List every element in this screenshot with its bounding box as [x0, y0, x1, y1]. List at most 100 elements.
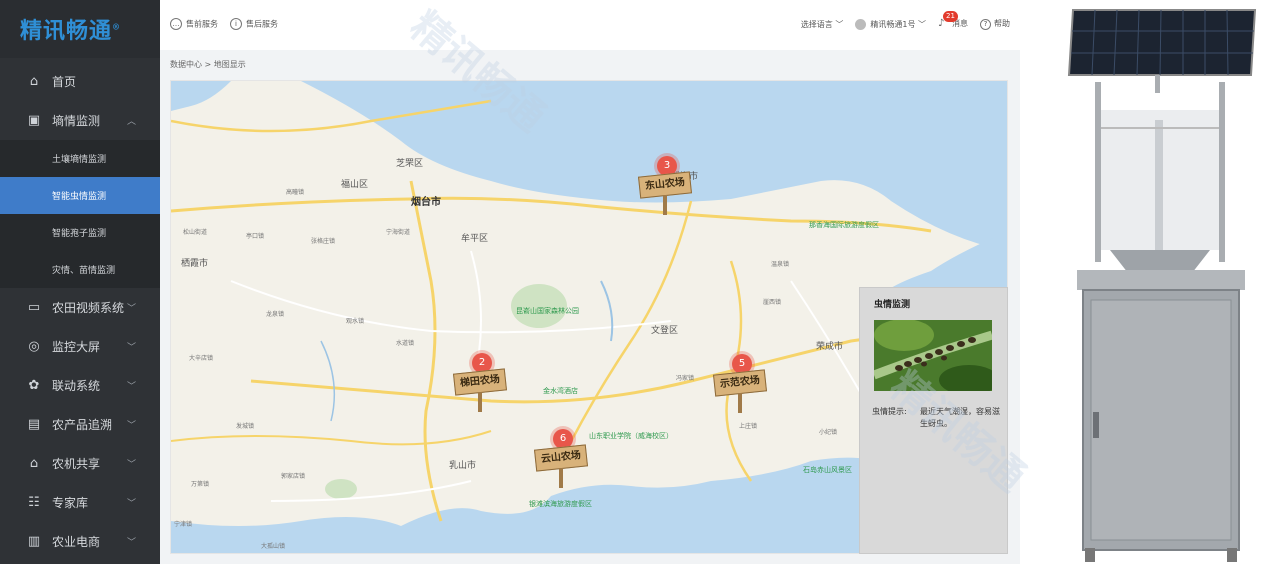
avatar	[855, 18, 867, 30]
map-park-label: 山东职业学院（威海校区）	[589, 432, 673, 440]
presale-link[interactable]: … 售前服务	[170, 18, 218, 30]
map-town-label: 龙泉镇	[266, 311, 285, 318]
map-town-label: 温泉镇	[771, 261, 790, 268]
help-icon: ?	[980, 19, 991, 30]
sidebar-item-trace[interactable]: ▤ 农产品追溯 ﹀	[0, 405, 160, 444]
user-menu[interactable]: 精讯畅通1号 ﹀	[855, 18, 926, 30]
sidebar-subitem-disaster[interactable]: 灾情、苗情监测	[0, 251, 160, 288]
map-town-label: 张格庄镇	[311, 238, 336, 245]
map-town-label: 小纪镇	[819, 429, 838, 436]
trace-icon: ▤	[27, 417, 41, 432]
map-park-label: 石岛赤山风景区	[803, 466, 852, 474]
chevron-down-icon: ﹀	[126, 421, 136, 431]
map-town-label: 上庄镇	[739, 423, 758, 430]
map-town-label: 崖西镇	[763, 299, 782, 306]
sidebar-item-label: 监控大屏	[52, 340, 101, 354]
map-town-label: 高疃镇	[286, 189, 305, 196]
map-town-label: 宁海街道	[386, 229, 411, 236]
map-town-label: 大辛店镇	[189, 355, 214, 362]
farm-marker[interactable]: 5 示范农场	[712, 354, 774, 414]
sidebar-item-experts[interactable]: ☷ 专家库 ﹀	[0, 483, 160, 522]
map-park-label: 那香海国际旅游度假区	[809, 221, 879, 229]
map-park-label: 金水湾酒店	[543, 387, 578, 395]
monitor-icon: ▣	[27, 113, 41, 128]
map-park-label: 银滩滨海旅游度假区	[529, 500, 592, 508]
home-icon: ⌂	[29, 74, 39, 89]
sidebar-item-label: 农产品追溯	[52, 418, 113, 432]
user-tools: 选择语言 ﹀ 精讯畅通1号 ﹀ ♪ 21 消息 ? 帮助	[801, 11, 1010, 30]
help-button[interactable]: ? 帮助	[980, 18, 1010, 30]
sidebar-item-label: 墒情监测	[52, 114, 101, 128]
map-park-label: 昆嵛山国家森林公园	[516, 307, 579, 315]
farm-marker[interactable]: 6 云山农场	[533, 429, 595, 489]
location-icon: ◎	[28, 339, 40, 354]
aftersale-link[interactable]: i 售后服务	[230, 18, 278, 30]
link-icon: ✿	[28, 378, 40, 393]
message-count-badge: 21	[943, 11, 958, 22]
sidebar-subitem-pest[interactable]: 智能虫情监测	[0, 177, 160, 214]
sidebar: 精讯畅通® ⌂ 首页 ▣ 墒情监测 ︿ 土壤墒情监测 智能虫情监测 智能孢子监测…	[0, 0, 160, 564]
sidebar-item-label: 农业电商	[52, 535, 101, 549]
chevron-down-icon: ﹀	[126, 460, 136, 470]
map-city-label: 乳山市	[449, 461, 477, 471]
farm-marker[interactable]: 2 梯田农场	[452, 353, 514, 413]
breadcrumb: 数据中心 > 地图显示	[170, 60, 246, 69]
map-city-label: 福山区	[341, 180, 369, 190]
sidebar-item-bigscreen[interactable]: ◎ 监控大屏 ﹀	[0, 327, 160, 366]
map-town-label: 松山街道	[183, 229, 208, 236]
sidebar-item-label: 首页	[52, 75, 77, 89]
map-city-label: 芝罘区	[396, 159, 424, 169]
logo-text: 精讯畅通®	[20, 18, 122, 44]
breadcrumb-root[interactable]: 数据中心	[170, 60, 202, 69]
chat-icon: …	[170, 18, 182, 30]
farm-post	[738, 393, 742, 413]
sidebar-item-machinery[interactable]: ⌂ 农机共享 ﹀	[0, 444, 160, 483]
map-town-label: 亭口镇	[246, 233, 265, 240]
chevron-down-icon: ﹀	[126, 382, 136, 392]
map-town-label: 冯家镇	[676, 375, 695, 382]
chevron-up-icon: ︿	[126, 117, 136, 127]
map-town-label: 大孤山镇	[261, 543, 286, 550]
pest-trap-device-image	[1055, 0, 1265, 564]
shop-icon: ▥	[27, 534, 41, 549]
messages-button[interactable]: ♪ 21 消息	[938, 11, 968, 30]
map-city-label: 荣成市	[816, 342, 844, 352]
sidebar-item-label: 农田视频系统	[52, 301, 125, 315]
bell-icon: ♪ 21	[938, 11, 958, 30]
map-town-label: 观水镇	[346, 318, 365, 325]
farm-marker[interactable]: 3 东山农场	[637, 156, 699, 216]
chevron-down-icon: ﹀	[126, 499, 136, 509]
expert-icon: ☷	[28, 495, 40, 510]
sidebar-subitem-soil[interactable]: 土壤墒情监测	[0, 140, 160, 177]
service-icon: i	[230, 18, 242, 30]
screen-icon: ▭	[27, 300, 41, 315]
sidebar-subitem-spore[interactable]: 智能孢子监测	[0, 214, 160, 251]
sidebar-nav: ⌂ 首页 ▣ 墒情监测 ︿ 土壤墒情监测 智能虫情监测 智能孢子监测 灾情、苗情…	[0, 62, 160, 561]
sidebar-item-label: 联动系统	[52, 379, 101, 393]
sidebar-item-linkage[interactable]: ✿ 联动系统 ﹀	[0, 366, 160, 405]
map-town-label: 宁津镇	[174, 521, 193, 528]
map-town-label: 郭家店镇	[281, 473, 306, 480]
language-select[interactable]: 选择语言 ﹀	[801, 19, 844, 30]
map-town-label: 万第镇	[191, 481, 210, 488]
logo[interactable]: 精讯畅通®	[0, 0, 160, 58]
sidebar-item-home[interactable]: ⌂ 首页	[0, 62, 160, 101]
chevron-down-icon: ﹀	[126, 538, 136, 548]
chevron-down-icon: ﹀	[126, 304, 136, 314]
app-root: 精讯畅通® ⌂ 首页 ▣ 墒情监测 ︿ 土壤墒情监测 智能虫情监测 智能孢子监测…	[0, 0, 1265, 564]
barn-icon: ⌂	[29, 456, 39, 471]
chevron-down-icon: ﹀	[126, 343, 136, 353]
map-city-label: 栖霞市	[181, 259, 209, 269]
sidebar-item-label: 农机共享	[52, 457, 101, 471]
sidebar-item-label: 专家库	[52, 496, 89, 510]
pest-panel-title: 虫情监测	[874, 300, 911, 310]
sidebar-item-video[interactable]: ▭ 农田视频系统 ﹀	[0, 288, 160, 327]
map-city-label: 牟平区	[461, 234, 489, 244]
farm-post	[559, 468, 563, 488]
sidebar-item-ecommerce[interactable]: ▥ 农业电商 ﹀	[0, 522, 160, 561]
map-city-label: 烟台市	[411, 197, 441, 208]
map-town-label: 发城镇	[236, 423, 255, 430]
sidebar-item-moisture[interactable]: ▣ 墒情监测 ︿	[0, 101, 160, 140]
map-city-label: 文登区	[651, 326, 679, 336]
map-town-label: 水道镇	[396, 340, 415, 347]
